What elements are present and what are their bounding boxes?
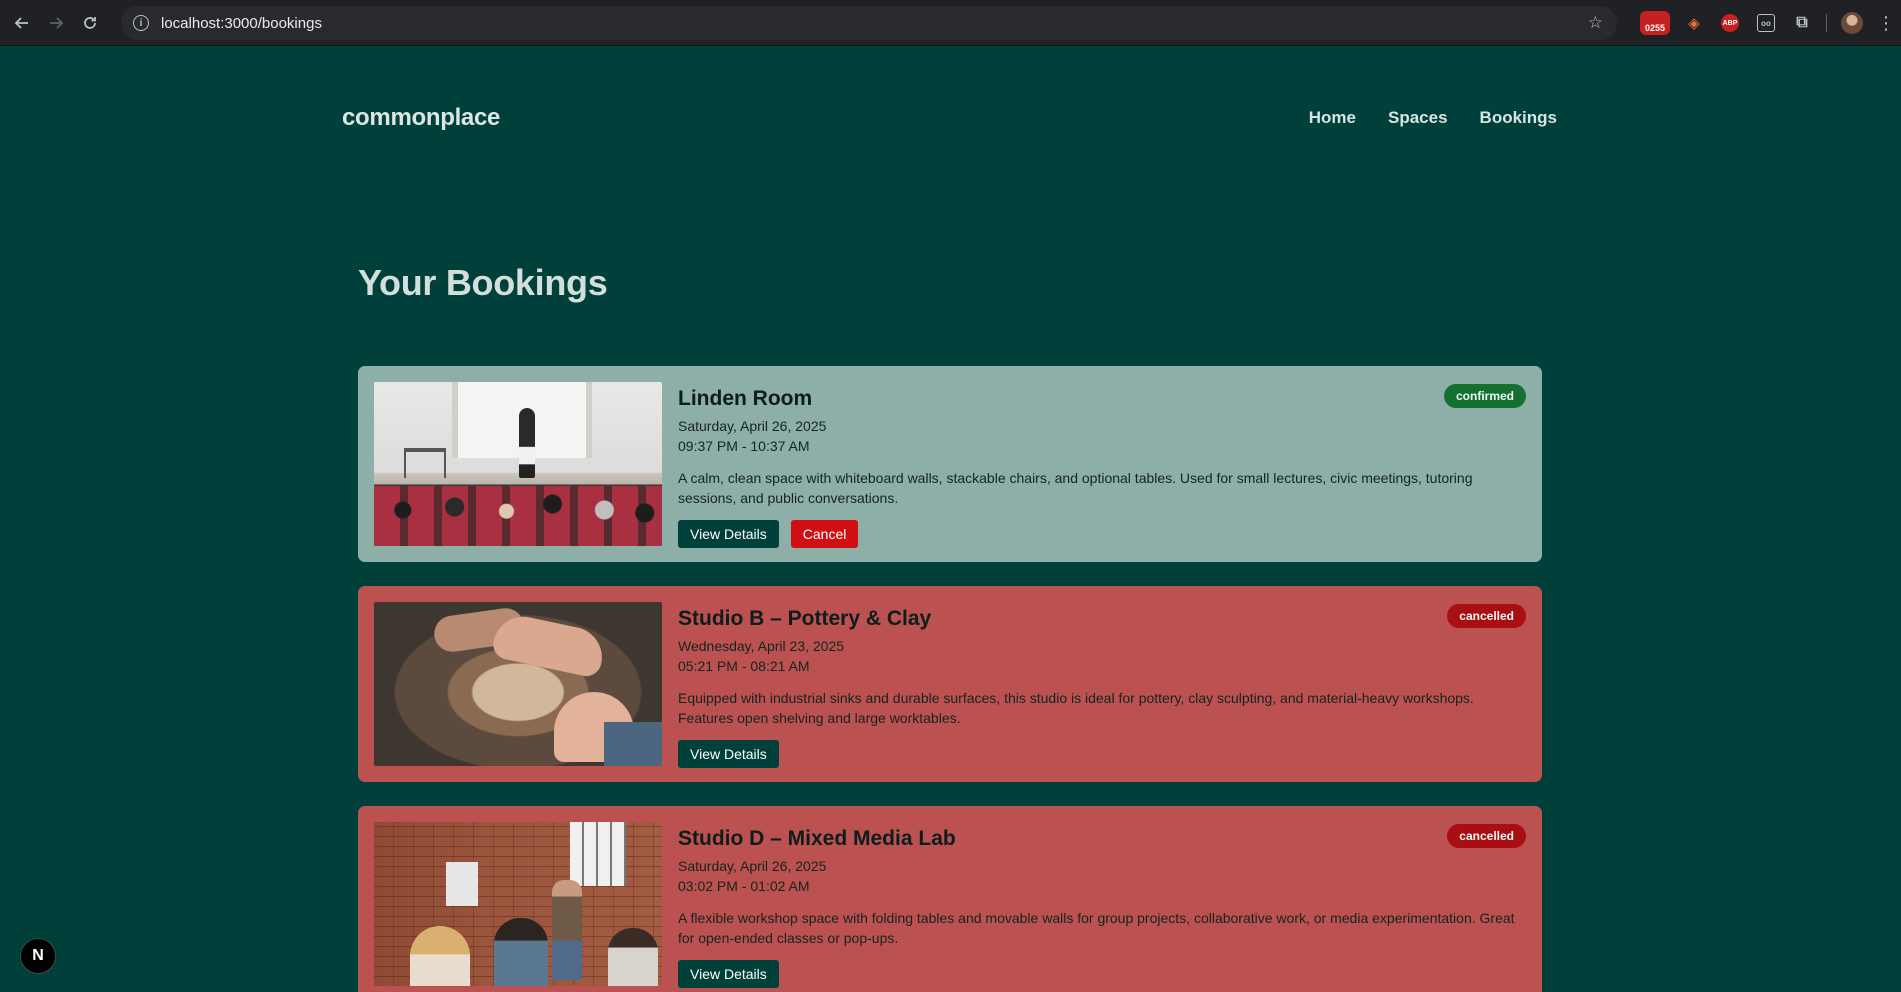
site-logo[interactable]: commonplace (342, 104, 500, 132)
booking-card: Linden Room Saturday, April 26, 2025 09:… (358, 366, 1542, 562)
extension-badge-icon[interactable]: 0255 (1640, 11, 1670, 35)
nav-spaces[interactable]: Spaces (1388, 108, 1448, 128)
extensions-area: 0255 ◈ ABP oo ⧉ ⋮ (1640, 0, 1901, 46)
status-badge: cancelled (1447, 824, 1526, 848)
status-badge: confirmed (1443, 384, 1526, 408)
booking-description: Equipped with industrial sinks and durab… (678, 690, 1474, 726)
booking-time: 09:37 PM - 10:37 AM (678, 438, 810, 454)
profile-avatar[interactable] (1841, 12, 1863, 34)
view-details-button[interactable]: View Details (678, 520, 779, 548)
box-extension-icon[interactable]: oo (1757, 14, 1775, 32)
shield-extension-icon[interactable]: ◈ (1682, 11, 1706, 35)
room-photo (374, 602, 662, 766)
view-details-button[interactable]: View Details (678, 960, 779, 988)
reload-icon[interactable] (78, 11, 102, 35)
booking-title: Studio D – Mixed Media Lab (678, 827, 956, 850)
booking-card: Studio B – Pottery & Clay Wednesday, Apr… (358, 586, 1542, 782)
nav-home[interactable]: Home (1309, 108, 1356, 128)
booking-description: A calm, clean space with whiteboard wall… (678, 470, 1473, 506)
browser-toolbar: i localhost:3000/bookings ☆ 0255 ◈ ABP o… (0, 0, 1901, 46)
booking-title: Studio B – Pottery & Clay (678, 607, 932, 630)
booking-date: Wednesday, April 23, 2025 (678, 638, 845, 654)
main-nav: Home Spaces Bookings (1309, 108, 1557, 128)
nav-bookings[interactable]: Bookings (1480, 108, 1557, 128)
url-text[interactable]: localhost:3000/bookings (161, 15, 322, 32)
status-badge: cancelled (1447, 604, 1526, 628)
booking-card: Studio D – Mixed Media Lab Saturday, Apr… (358, 806, 1542, 992)
booking-date: Saturday, April 26, 2025 (678, 418, 827, 434)
bookings-list: Linden Room Saturday, April 26, 2025 09:… (358, 366, 1542, 992)
cancel-booking-button[interactable]: Cancel (790, 520, 859, 548)
puzzle-extensions-icon[interactable]: ⧉ (1790, 11, 1814, 35)
bookmark-star-icon[interactable]: ☆ (1588, 14, 1603, 32)
kebab-menu-icon[interactable]: ⋮ (1877, 13, 1895, 34)
booking-time: 05:21 PM - 08:21 AM (678, 658, 810, 674)
room-photo (374, 822, 662, 986)
back-icon[interactable] (10, 11, 34, 35)
booking-time: 03:02 PM - 01:02 AM (678, 878, 810, 894)
forward-icon[interactable] (44, 11, 68, 35)
view-details-button[interactable]: View Details (678, 740, 779, 768)
adblock-extension-icon[interactable]: ABP (1721, 14, 1739, 32)
address-bar[interactable]: i localhost:3000/bookings ☆ (121, 6, 1617, 40)
room-photo (374, 382, 662, 546)
toolbar-divider (1826, 14, 1827, 32)
booking-title: Linden Room (678, 387, 813, 410)
site-info-icon[interactable]: i (133, 15, 149, 31)
nextjs-dev-indicator-icon[interactable]: N (20, 938, 56, 974)
booking-date: Saturday, April 26, 2025 (678, 858, 827, 874)
booking-description: A flexible workshop space with folding t… (678, 910, 1515, 946)
page-title: Your Bookings (358, 262, 608, 303)
